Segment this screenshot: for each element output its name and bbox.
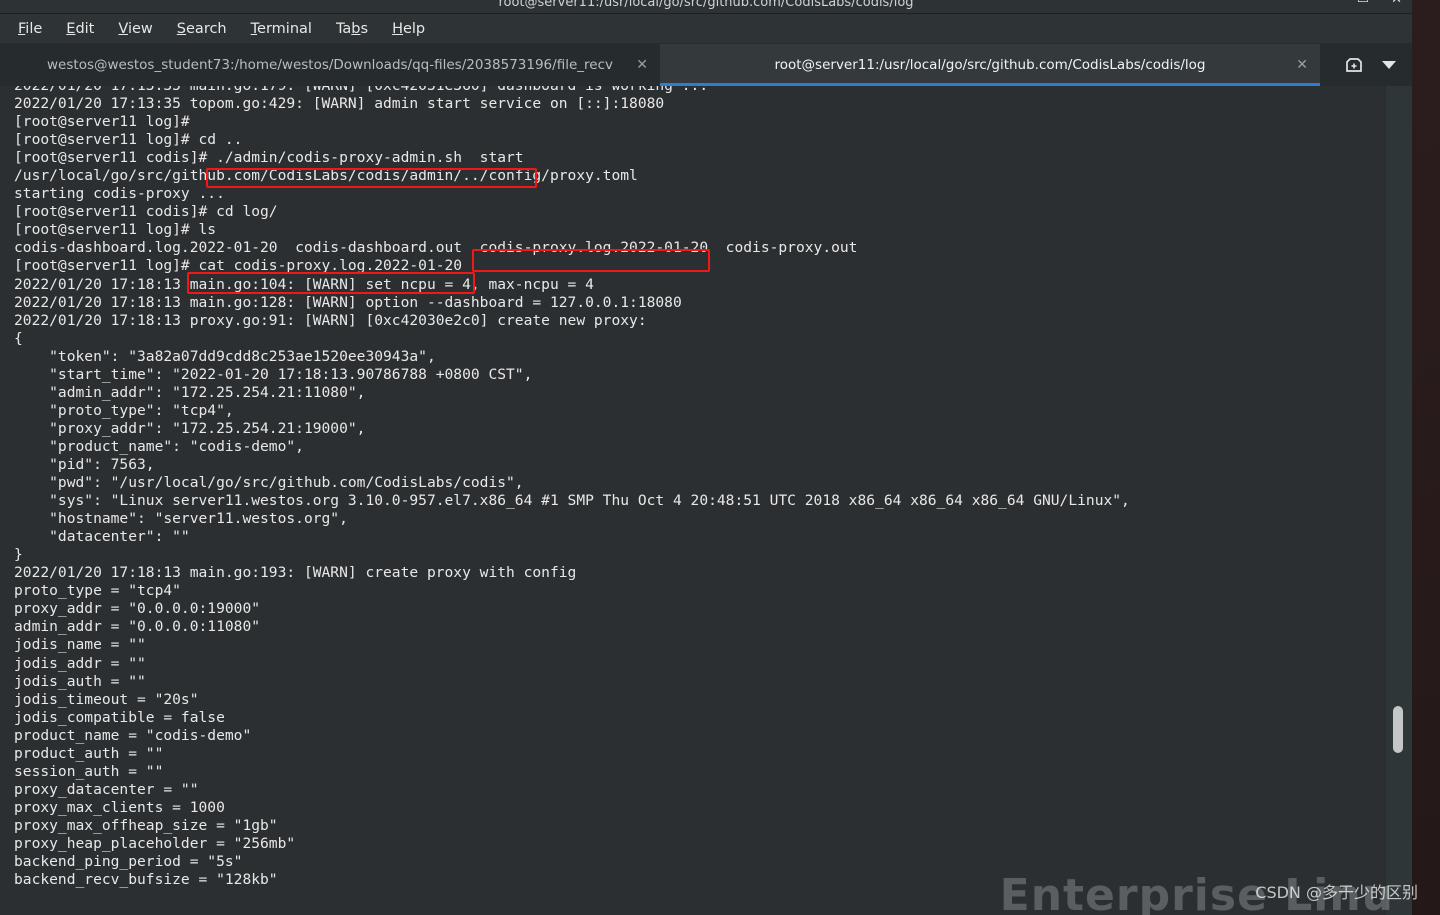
tab-close-icon[interactable]: ✕ [1296,58,1308,72]
chevron-down-icon[interactable] [1382,60,1396,70]
terminal-screen[interactable]: 2022/01/20 17:13:35 main.go:179: [WARN] … [0,86,1386,915]
screen: root@server11:/usr/local/go/src/github.c… [0,0,1440,915]
menu-edit[interactable]: Edit [66,21,94,37]
minimize-button[interactable]: — [1322,0,1335,7]
window-controls: — ▭ ✕ [1322,0,1402,7]
tabbar-actions [1334,44,1412,86]
menu-tabs[interactable]: Tabs [336,21,368,37]
terminal-scrollbar[interactable] [1386,86,1412,915]
window-titlebar: root@server11:/usr/local/go/src/github.c… [0,0,1412,14]
csdn-watermark: CSDN @多于少的区别 [1255,883,1418,902]
terminal-output: 2022/01/20 17:13:35 main.go:179: [WARN] … [14,86,1130,889]
tabbar: westos@westos_student73:/home/westos/Dow… [0,44,1412,86]
menu-file[interactable]: FFileile [18,21,42,37]
maximize-button[interactable]: ▭ [1357,0,1369,7]
tab-label: root@server11:/usr/local/go/src/github.c… [774,57,1206,73]
tab-codis-log[interactable]: root@server11:/usr/local/go/src/github.c… [660,44,1320,86]
tab-file-recv[interactable]: westos@westos_student73:/home/westos/Dow… [0,44,660,86]
tab-label: westos@westos_student73:/home/westos/Dow… [47,57,613,73]
tab-close-icon[interactable]: ✕ [636,58,648,72]
new-tab-icon[interactable] [1344,55,1364,75]
menu-help[interactable]: Help [392,21,425,37]
terminal-window: root@server11:/usr/local/go/src/github.c… [0,0,1412,915]
menu-search[interactable]: Search [177,21,227,37]
window-title: root@server11:/usr/local/go/src/github.c… [498,0,914,10]
scrollbar-thumb[interactable] [1393,706,1403,753]
menu-terminal[interactable]: Terminal [251,21,312,37]
terminal-area[interactable]: 2022/01/20 17:13:35 main.go:179: [WARN] … [0,86,1412,915]
menubar: FFileile Edit View Search Terminal Tabs … [0,14,1412,44]
close-button[interactable]: ✕ [1391,0,1402,7]
menu-view[interactable]: View [118,21,152,37]
